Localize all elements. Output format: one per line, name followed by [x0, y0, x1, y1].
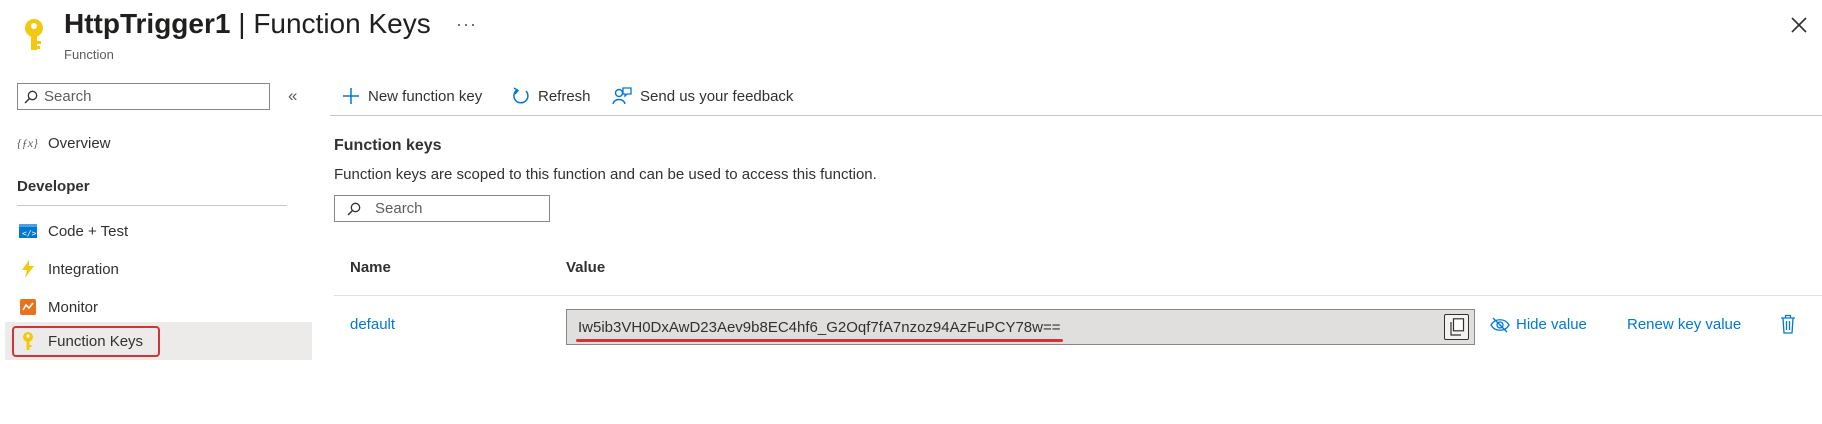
sidebar-item-label: Function Keys	[48, 332, 144, 350]
ellipsis-icon[interactable]: ···	[456, 14, 477, 35]
refresh-icon	[512, 87, 530, 105]
double-chevron-left-icon[interactable]: «	[288, 86, 297, 106]
refresh-label: Refresh	[538, 87, 591, 105]
new-function-key-label: New function key	[368, 87, 483, 105]
sidebar-item-monitor[interactable]: Monitor	[0, 288, 312, 326]
page-title: HttpTrigger1 | Function Keys	[64, 8, 431, 40]
lightning-icon	[17, 260, 39, 278]
renew-key-button[interactable]: Renew key value	[1627, 316, 1741, 333]
sidebar-section-developer: Developer	[17, 178, 90, 195]
delete-icon[interactable]	[1780, 314, 1796, 339]
value-highlight-underline	[576, 338, 1063, 342]
feedback-icon	[612, 87, 632, 105]
section-heading: Function keys	[334, 137, 442, 154]
svg-text:</>: </>	[22, 229, 37, 238]
page-subtitle: Function	[64, 47, 114, 62]
sidebar-search-input[interactable]	[44, 88, 244, 105]
search-icon	[24, 90, 38, 104]
section-divider	[17, 205, 287, 206]
column-header-value[interactable]: Value	[566, 259, 605, 276]
keys-search[interactable]	[334, 195, 550, 222]
hide-value-button[interactable]: Hide value	[1490, 316, 1587, 333]
new-function-key-button[interactable]: New function key	[342, 82, 482, 110]
add-icon	[342, 87, 360, 105]
feedback-label: Send us your feedback	[640, 87, 794, 105]
code-icon: </>	[17, 224, 39, 238]
key-name-link[interactable]: default	[350, 316, 395, 333]
sidebar-item-overview[interactable]: {ƒx} Overview	[0, 124, 312, 162]
toolbar-divider	[330, 115, 1822, 116]
eye-hide-icon	[1490, 317, 1510, 333]
column-header-name[interactable]: Name	[350, 259, 391, 276]
sidebar-item-code-test[interactable]: </> Code + Test	[0, 212, 312, 250]
sidebar-item-label: Monitor	[48, 298, 99, 316]
search-icon	[347, 202, 361, 216]
sidebar-item-label: Integration	[48, 260, 119, 278]
section-description: Function keys are scoped to this functio…	[334, 166, 877, 183]
sidebar-item-integration[interactable]: Integration	[0, 250, 312, 288]
title-separator: |	[230, 8, 254, 39]
refresh-button[interactable]: Refresh	[512, 82, 591, 110]
sidebar-item-label: Code + Test	[48, 222, 129, 240]
table-header-divider	[334, 295, 1822, 296]
sidebar-search[interactable]	[17, 83, 270, 110]
function-name: HttpTrigger1	[64, 8, 231, 39]
copy-icon[interactable]	[1444, 314, 1469, 340]
function-key-icon	[20, 18, 48, 50]
sidebar-item-label: Overview	[48, 134, 111, 152]
close-icon[interactable]	[1790, 14, 1808, 40]
key-value-field[interactable]: Iw5ib3VH0DxAwD23Aev9b8EC4hf6_G2Oqf7fA7nz…	[566, 309, 1475, 345]
hide-value-label: Hide value	[1516, 316, 1587, 333]
monitor-icon	[17, 299, 39, 315]
key-value: Iw5ib3VH0DxAwD23Aev9b8EC4hf6_G2Oqf7fA7nz…	[578, 318, 1061, 336]
title-page: Function Keys	[253, 8, 431, 39]
key-value-text: Iw5ib3VH0DxAwD23Aev9b8EC4hf6_G2Oqf7fA7nz…	[576, 318, 1063, 342]
feedback-button[interactable]: Send us your feedback	[612, 82, 793, 110]
svg-text:{ƒx}: {ƒx}	[17, 136, 38, 150]
sidebar-item-function-keys[interactable]: Function Keys	[5, 322, 312, 360]
keys-search-input[interactable]	[375, 200, 545, 217]
function-fx-icon: {ƒx}	[17, 135, 39, 151]
key-icon	[17, 332, 39, 350]
